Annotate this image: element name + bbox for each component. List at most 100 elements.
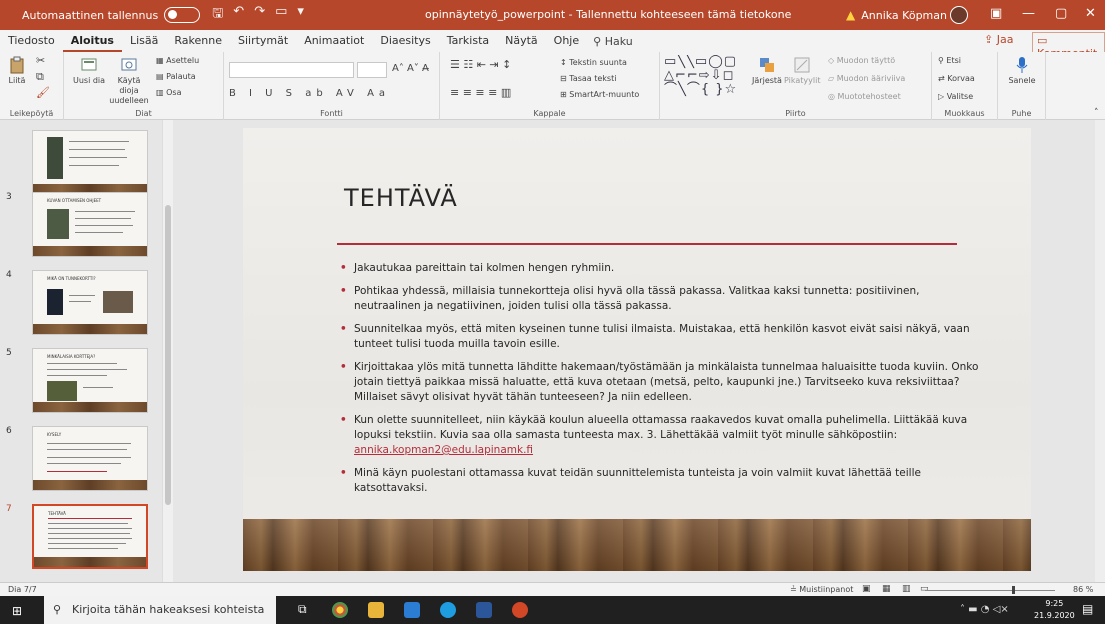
layout-button[interactable]: ▦ Asettelu	[156, 56, 199, 66]
align-text-button[interactable]: ⊟ Tasaa teksti	[560, 74, 616, 84]
copy-icon[interactable]: ⧉	[36, 71, 44, 82]
quick-styles-icon	[794, 57, 810, 73]
slide-scrollbar[interactable]	[1095, 120, 1105, 582]
text-direction-button[interactable]: ↕ Tekstin suunta	[560, 58, 627, 68]
share-button[interactable]: ⇪ Jaa	[984, 33, 1013, 46]
alignment-buttons-icon[interactable]: ≡ ≡ ≡ ≡ ▥	[450, 87, 511, 98]
thumbnail-scrollbar[interactable]	[162, 120, 173, 582]
slide-sorter-icon[interactable]: ▦	[882, 584, 891, 594]
minimize-icon[interactable]: —	[1022, 6, 1035, 21]
system-tray[interactable]: ˄ ▬ ◔ ◁×	[960, 604, 1009, 615]
thumbnail-title-5: MINKÄLAISIA KORTTEJA?	[47, 354, 96, 359]
replace-button[interactable]: ⇄ Korvaa	[938, 74, 975, 84]
word-icon[interactable]	[476, 602, 492, 618]
collapse-ribbon-icon[interactable]: ˄	[1094, 108, 1099, 118]
notes-button[interactable]: ≟ Muistiinpanot	[790, 585, 853, 594]
autosave-toggle[interactable]: Automaattinen tallennus	[22, 7, 201, 23]
select-button[interactable]: ▷ Valitse	[938, 92, 973, 102]
maximize-icon[interactable]: ▢	[1055, 6, 1067, 21]
slide-thumbnail-3[interactable]: KUVAN OTTAMISEN OHJEET	[32, 192, 148, 257]
windows-start-icon[interactable]: ⊞	[12, 604, 22, 618]
zoom-level[interactable]: 86 %	[1073, 585, 1093, 594]
slide-thumbnail-4[interactable]: MIKÄ ON TUNNEKORTTI?	[32, 270, 148, 335]
avatar[interactable]	[950, 6, 968, 24]
thumbnail-scrollbar-thumb[interactable]	[165, 205, 171, 505]
tab-diaesitys[interactable]: Diaesitys	[372, 30, 438, 52]
quick-styles-button[interactable]: Pikatyylit	[784, 56, 820, 86]
slide-number-3: 3	[6, 192, 12, 202]
tab-siirtymat[interactable]: Siirtymät	[230, 30, 296, 52]
cut-icon[interactable]: ✂	[36, 55, 45, 66]
reuse-slides-button[interactable]: Käytä dioja uudelleen	[108, 56, 150, 106]
find-button[interactable]: ⚲ Etsi	[938, 56, 961, 66]
dictate-button[interactable]: Sanele	[1006, 56, 1038, 86]
tab-tarkista[interactable]: Tarkista	[439, 30, 497, 52]
slide-thumbnail-7[interactable]: TEHTÄVÄ	[32, 504, 148, 569]
format-painter-icon[interactable]: 🖌	[36, 87, 50, 98]
font-size-up-down-icon[interactable]: A˄ A˅ A̶	[392, 64, 429, 74]
taskbar-search-box[interactable]: ⚲ Kirjoita tähän hakeaksesi kohteista	[44, 596, 276, 624]
task-view-icon[interactable]: ⧉	[298, 602, 314, 618]
slide-bullet-list[interactable]: Jakautukaa pareittain tai kolmen hengen …	[340, 261, 980, 504]
shape-outline-button[interactable]: ▱ Muodon ääriviiva	[828, 74, 905, 84]
ribbon-display-options-icon[interactable]: ▣	[990, 6, 1002, 21]
customize-toolbar-icon[interactable]: ▾	[297, 4, 304, 26]
section-button[interactable]: ▥ Osa	[156, 88, 181, 98]
user-name: Annika Köpman	[861, 8, 947, 22]
shape-fill-button[interactable]: ◇ Muodon täyttö	[828, 56, 895, 66]
reset-button[interactable]: ▤ Palauta	[156, 72, 196, 82]
autosave-switch[interactable]	[164, 7, 201, 23]
zoom-slider[interactable]	[925, 590, 1055, 591]
tab-aloitus[interactable]: Aloitus	[62, 30, 122, 52]
file-explorer-icon[interactable]	[368, 602, 384, 618]
current-slide[interactable]: TEHTÄVÄ Jakautukaa pareittain tai kolmen…	[243, 128, 1031, 571]
arrange-button[interactable]: Järjestä	[752, 56, 782, 86]
status-bar: Dia 7/7 ≟ Muistiinpanot ▣ ▦ ▥ ▭ 86 %	[0, 582, 1105, 596]
smartart-button[interactable]: ⊞ SmartArt-muunto	[560, 90, 639, 100]
clock-date: 21.9.2020	[1034, 611, 1075, 620]
notifications-icon[interactable]: ▤	[1082, 602, 1093, 616]
close-icon[interactable]: ✕	[1085, 6, 1096, 21]
slide-thumbnail-5[interactable]: MINKÄLAISIA KORTTEJA?	[32, 348, 148, 413]
tab-lisaa[interactable]: Lisää	[122, 30, 166, 52]
paste-button[interactable]: Liitä	[4, 56, 30, 86]
slide-editing-area: TEHTÄVÄ Jakautukaa pareittain tai kolmen…	[176, 120, 1095, 582]
shape-effects-button[interactable]: ◎ Muototehosteet	[828, 92, 901, 102]
slide-thumbnail-2[interactable]	[32, 130, 148, 195]
reuse-slides-icon	[121, 58, 137, 71]
group-label-font: Fontti	[320, 109, 343, 118]
shapes-gallery[interactable]: ▭╲╲▭◯▢ △⌐⌐⇨⇩◻ ⌒╲⌒{ }☆	[664, 55, 746, 97]
slide-thumbnail-6[interactable]: KYSELY	[32, 426, 148, 491]
mail-icon[interactable]	[404, 602, 420, 618]
search-box[interactable]: ⚲ Haku	[593, 35, 633, 48]
redo-icon[interactable]: ↷	[254, 4, 265, 26]
new-slide-button[interactable]: Uusi dia	[72, 56, 106, 86]
font-format-row[interactable]: B I U S ab AV Aa	[229, 88, 390, 99]
normal-view-icon[interactable]: ▣	[862, 584, 871, 594]
reading-view-icon[interactable]: ▥	[902, 584, 911, 594]
slide-thumbnail-pane: 3 KUVAN OTTAMISEN OHJEET 4 MIKÄ ON TUNNE…	[0, 120, 176, 582]
warning-icon: ▲	[846, 8, 856, 22]
email-link[interactable]: annika.kopman2@edu.lapinamk.fi	[354, 444, 533, 456]
slide-title[interactable]: TEHTÄVÄ	[344, 184, 458, 212]
tab-nayta[interactable]: Näytä	[497, 30, 546, 52]
user-area[interactable]: ▲ Annika Köpman	[846, 8, 947, 22]
tab-rakenne[interactable]: Rakenne	[166, 30, 230, 52]
chrome-icon[interactable]	[332, 602, 348, 618]
tab-ohje[interactable]: Ohje	[546, 30, 587, 52]
font-size-select[interactable]	[357, 62, 387, 78]
tab-animaatiot[interactable]: Animaatiot	[296, 30, 372, 52]
zoom-slider-handle[interactable]	[1012, 586, 1015, 594]
bullet-1: Jakautukaa pareittain tai kolmen hengen …	[340, 261, 980, 276]
save-icon[interactable]: 🖫	[212, 4, 223, 26]
slideshow-icon[interactable]: ▭	[920, 584, 929, 594]
clock[interactable]: 9:25 21.9.2020	[1034, 598, 1075, 622]
slideshow-start-icon[interactable]: ▭	[275, 4, 287, 26]
list-buttons-icon[interactable]: ☰ ☷ ⇤ ⇥ ↕	[450, 59, 511, 70]
tab-tiedosto[interactable]: Tiedosto	[0, 30, 63, 52]
font-name-select[interactable]	[229, 62, 354, 78]
edge-icon[interactable]	[440, 602, 456, 618]
find-label: Etsi	[946, 56, 961, 65]
powerpoint-icon[interactable]	[512, 602, 528, 618]
undo-icon[interactable]: ↶	[233, 4, 244, 26]
